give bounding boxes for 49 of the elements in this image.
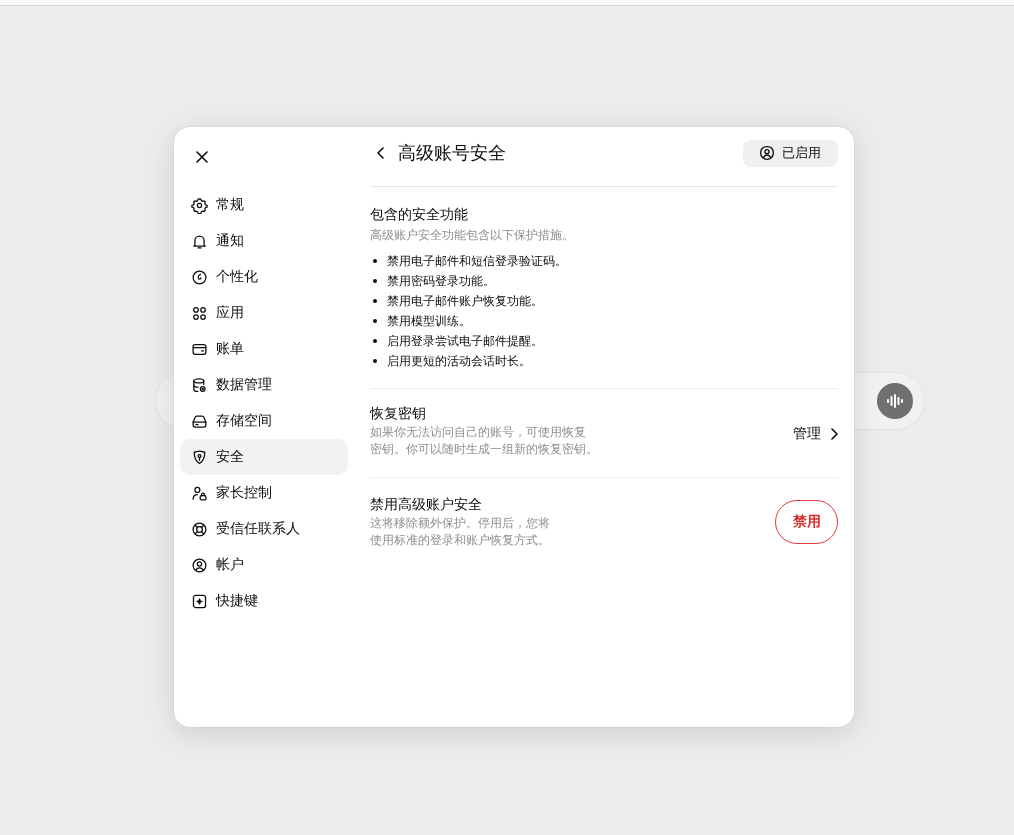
bullet-icon <box>373 299 377 303</box>
sidebar-item[interactable]: 个性化 <box>180 259 348 295</box>
chevron-left-icon <box>376 147 384 159</box>
sidebar-item[interactable]: 帐户 <box>180 547 348 583</box>
feature-text: 禁用电子邮件和短信登录验证码。 <box>387 252 567 270</box>
section-title: 包含的安全功能 <box>370 205 469 224</box>
sidebar-item[interactable]: 数据管理 <box>180 367 348 403</box>
section-description: 这将移除额外保护。停用后，您将使用标准的登录和账户恢复方式。 <box>370 515 551 549</box>
sidebar-item[interactable]: 常规 <box>180 187 348 223</box>
bullet-icon <box>373 319 377 323</box>
sidebar-item[interactable]: 存储空间 <box>180 403 348 439</box>
page-title: 高级账号安全 <box>398 141 506 165</box>
section-subtitle: 高级账户安全功能包含以下保护措施。 <box>370 227 575 244</box>
bullet-icon <box>373 339 377 343</box>
section-title: 恢复密钥 <box>370 404 427 423</box>
feature-text: 禁用电子邮件账户恢复功能。 <box>387 292 543 310</box>
chevron-right-icon <box>831 427 838 440</box>
bullet-icon <box>373 359 377 363</box>
sidebar-item[interactable]: 受信任联系人 <box>180 511 348 547</box>
gear-icon <box>191 196 208 214</box>
voice-button[interactable] <box>877 383 913 419</box>
feature-text: 禁用密码登录功能。 <box>387 272 495 290</box>
sidebar-item[interactable]: 账单 <box>180 331 348 367</box>
database-gear-icon <box>191 376 208 394</box>
disable-button[interactable]: 禁用 <box>775 499 838 544</box>
sidebar-item[interactable]: 快捷键 <box>180 583 348 619</box>
sparkle-square-icon <box>191 592 208 610</box>
feature-text: 禁用模型训练。 <box>387 312 471 330</box>
waveform-icon <box>887 394 903 408</box>
feature-text: 启用更短的活动会话时长。 <box>387 352 531 370</box>
status-label: 已启用 <box>782 144 821 162</box>
close-icon <box>196 151 208 163</box>
section-description: 如果你无法访问自己的账号，可使用恢复密钥。你可以随时生成一组新的恢复密钥。 <box>370 424 594 458</box>
person-circle-icon <box>759 145 775 161</box>
person-circle-icon <box>191 556 208 574</box>
shield-icon <box>191 448 208 466</box>
swirl-circle-icon <box>191 268 208 286</box>
bullet-icon <box>373 279 377 283</box>
sidebar-item[interactable]: 安全 <box>180 439 348 475</box>
lifebuoy-icon <box>191 520 208 538</box>
sidebar-item[interactable]: 家长控制 <box>180 475 348 511</box>
bullet-icon <box>373 259 377 263</box>
manage-link[interactable]: 管理 <box>793 424 838 443</box>
section-title: 禁用高级账户安全 <box>370 495 483 514</box>
sidebar-item[interactable]: 通知 <box>180 223 348 259</box>
four-circles-icon <box>191 304 208 322</box>
person-lock-icon <box>191 484 208 502</box>
sidebar-item[interactable]: 应用 <box>180 295 348 331</box>
feature-text: 启用登录尝试电子邮件提醒。 <box>387 332 543 350</box>
